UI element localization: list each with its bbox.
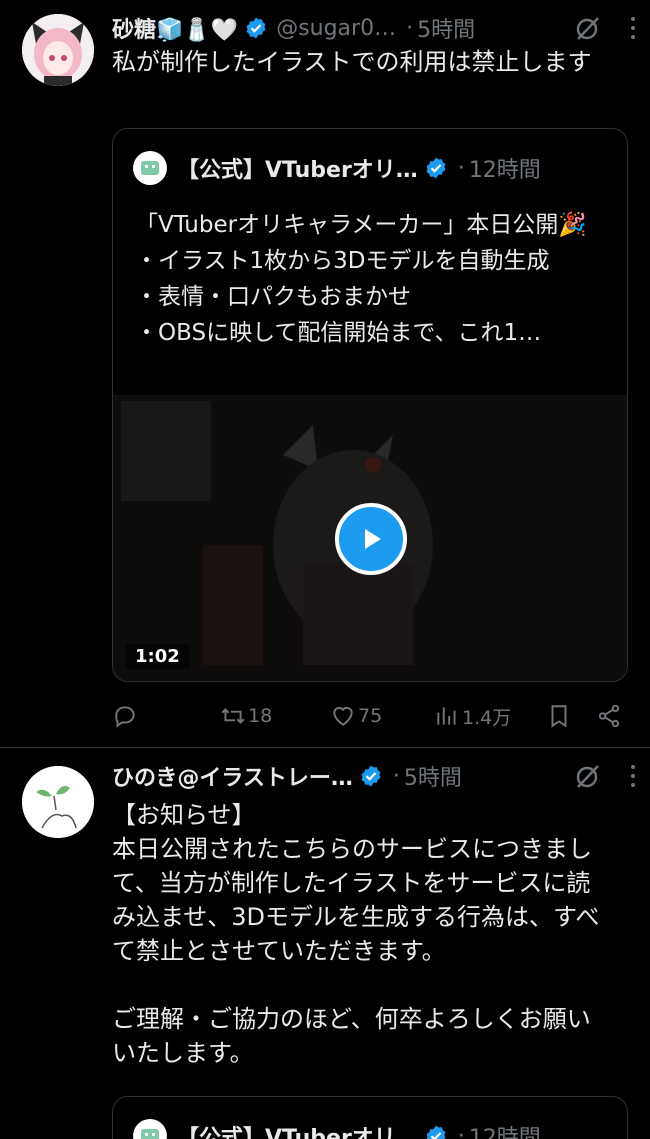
bookmark-button[interactable]	[546, 703, 596, 729]
quoted-tweet[interactable]: 【公式】VTuberオリ… · 12時間	[112, 1096, 628, 1139]
text-line: ご理解・ご協力のほど、何卒よろしくお願いいたします。	[112, 1005, 591, 1067]
tweet-text: 【お知らせ】 本日公開されたこちらのサービスにつきまして、当方が制作したイラスト…	[112, 798, 612, 1070]
tweet-2[interactable]: ひのき@イラストレー… · 5時間 【お知らせ】 本日公開されたこちらのサービス…	[0, 748, 650, 1139]
reply-icon	[115, 706, 135, 728]
like-icon	[333, 706, 353, 726]
quote-author-name[interactable]: 【公式】VTuberオリ…	[177, 152, 418, 184]
tweet-header: 砂糖🧊🧂🤍 @sugar0… · 5時間	[112, 9, 636, 47]
separator-dot: ·	[392, 763, 400, 789]
reply-button[interactable]	[112, 703, 220, 729]
views-count: 1.4万	[462, 706, 512, 729]
quote-line: ・イラスト1枚から3Dモデルを自動生成	[135, 248, 550, 274]
verified-badge-icon	[361, 765, 381, 787]
tweet-text: 私が制作したイラストでの利用は禁止します	[112, 48, 592, 76]
author-name[interactable]: ひのき@イラストレー…	[112, 760, 353, 792]
quote-text: 「VTuberオリキャラメーカー」本日公開🎉 ・イラスト1枚から3Dモデルを自動…	[113, 207, 627, 351]
quoted-tweet[interactable]: 【公式】VTuberオリ… · 12時間 「VTuberオリキャラメーカー」本日…	[112, 128, 628, 682]
grok-icon[interactable]	[574, 14, 602, 42]
retweet-count: 18	[248, 705, 273, 727]
avatar-hinoki[interactable]	[22, 766, 94, 838]
separator-dot: ·	[457, 155, 465, 181]
video-duration: 1:02	[125, 644, 190, 669]
share-button[interactable]	[596, 703, 622, 729]
separator-dot: ·	[457, 1123, 465, 1139]
like-button[interactable]: 75	[330, 703, 434, 729]
like-count: 75	[358, 705, 383, 727]
play-button[interactable]	[335, 503, 407, 575]
verified-badge-icon	[426, 1125, 446, 1139]
timestamp[interactable]: 5時間	[404, 760, 462, 792]
separator-dot: ·	[406, 15, 414, 41]
quote-line: ・OBSに映して配信開始まで、これ1…	[135, 320, 542, 346]
quote-header: 【公式】VTuberオリ… · 12時間	[113, 129, 627, 207]
text-line	[112, 968, 612, 1002]
retweet-icon	[221, 708, 245, 724]
quote-line: 「VTuberオリキャラメーカー」本日公開🎉	[135, 212, 588, 238]
more-icon[interactable]	[630, 765, 636, 787]
verified-badge-icon	[426, 157, 446, 179]
tweet-header: ひのき@イラストレー… · 5時間	[112, 760, 636, 792]
tweet-1[interactable]: 砂糖🧊🧂🤍 @sugar0… · 5時間 私が制作したイラストでの利用は禁止しま…	[0, 0, 650, 748]
author-handle[interactable]: @sugar0…	[276, 16, 396, 41]
quote-timestamp[interactable]: 12時間	[469, 152, 541, 184]
grok-icon[interactable]	[574, 762, 602, 790]
action-bar: 18 75 1.4万	[112, 698, 630, 734]
video-player[interactable]: 1:02	[113, 395, 627, 681]
more-icon[interactable]	[630, 17, 636, 39]
retweet-button[interactable]: 18	[220, 703, 330, 729]
quote-timestamp[interactable]: 12時間	[469, 1120, 541, 1139]
verified-badge-icon	[246, 17, 266, 39]
text-line: 【お知らせ】	[112, 801, 256, 829]
quote-avatar[interactable]	[133, 1119, 167, 1139]
quote-avatar[interactable]	[133, 151, 167, 185]
avatar-sugar[interactable]	[22, 14, 94, 86]
text-line: 本日公開されたこちらのサービスにつきまして、当方が制作したイラストをサービスに読…	[112, 835, 600, 965]
quote-author-name[interactable]: 【公式】VTuberオリ…	[177, 1120, 418, 1139]
quote-header: 【公式】VTuberオリ… · 12時間	[113, 1097, 627, 1139]
play-icon	[365, 529, 381, 549]
author-name[interactable]: 砂糖🧊🧂🤍	[112, 12, 238, 44]
timestamp[interactable]: 5時間	[417, 12, 475, 44]
share-icon	[598, 704, 620, 728]
quote-line: ・表情・口パクもおまかせ	[135, 284, 411, 310]
views-icon	[437, 707, 456, 725]
bookmark-icon	[551, 705, 567, 728]
views-button[interactable]: 1.4万	[434, 703, 546, 730]
